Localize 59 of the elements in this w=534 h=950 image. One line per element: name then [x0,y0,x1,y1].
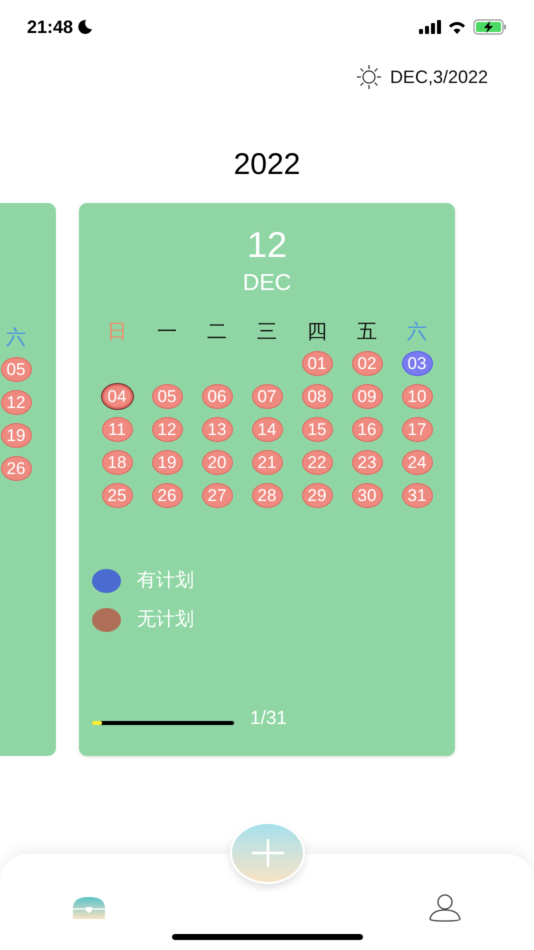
day-cell[interactable]: 26 [152,483,182,508]
day-cell[interactable]: 29 [302,483,332,508]
day-cell[interactable]: 22 [302,450,332,475]
day-cell[interactable]: 15 [302,417,332,442]
day-cell[interactable]: 12 [152,417,182,442]
day-cell[interactable]: 26 [0,456,32,481]
day-cell[interactable]: 17 [402,417,432,442]
day-cell[interactable]: 12 [0,390,32,415]
progress-reading: 1/31 [250,709,287,728]
day-cell[interactable]: 09 [352,384,382,409]
day-cell[interactable]: 03 [402,351,432,376]
day-cell[interactable]: 13 [202,417,232,442]
weekday-label: 一 [157,320,177,345]
weekday-label: 日 [107,320,127,345]
wifi-icon [447,20,467,34]
weekday-label: 五 [357,320,377,345]
sun-icon [356,64,382,90]
day-cell[interactable]: 18 [102,450,132,475]
day-cell[interactable]: 01 [302,351,332,376]
weekday-label: 三 [257,320,277,345]
day-cell[interactable]: 05 [0,357,32,382]
signal-icon [419,20,441,34]
current-date: DEC,3/2022 [390,66,488,88]
day-cell[interactable]: 07 [252,384,282,409]
day-cell[interactable]: 27 [202,483,232,508]
weekday-label: 二 [207,320,227,345]
day-cell[interactable]: 06 [202,384,232,409]
legend-label: 无计划 [137,608,194,632]
day-cell[interactable]: 10 [402,384,432,409]
day-cell[interactable]: 25 [102,483,132,508]
year-title: 2022 [234,147,300,183]
plus-icon [252,839,284,867]
day-cell[interactable]: 11 [102,417,132,442]
weekday-label: 六 [407,320,427,345]
day-cell[interactable]: 05 [152,384,182,409]
day-cell[interactable]: 14 [252,417,282,442]
month-name: DEC [242,268,292,297]
day-cell[interactable]: 16 [352,417,382,442]
legend-label: 有计划 [137,569,194,593]
day-cell[interactable]: 20 [202,450,232,475]
battery-charging-icon [473,19,507,35]
weekday-label: 六 [6,326,26,351]
month-number: 12 [246,223,288,267]
day-cell[interactable]: 19 [0,423,32,448]
day-cell[interactable]: 23 [352,450,382,475]
day-cell[interactable]: 30 [352,483,382,508]
day-cell[interactable]: 28 [252,483,282,508]
person-icon [428,894,462,922]
day-cell[interactable]: 24 [402,450,432,475]
day-cell[interactable]: 08 [302,384,332,409]
moon-icon [77,19,94,35]
day-cell[interactable]: 21 [252,450,282,475]
chest-icon [72,896,106,920]
status-time: 21:48 [27,16,74,38]
day-cell[interactable]: 02 [352,351,382,376]
day-cell[interactable]: 19 [152,450,182,475]
day-cell[interactable]: 31 [402,483,432,508]
day-cell[interactable]: 04 [102,384,132,409]
weekday-label: 四 [307,320,327,345]
